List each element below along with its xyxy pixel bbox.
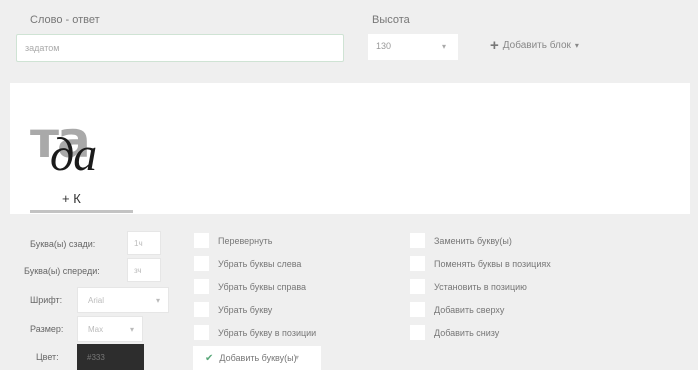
checkbox[interactable]	[194, 256, 209, 271]
option-replace-letters[interactable]: Заменить букву(ы)	[410, 233, 551, 248]
chevron-down-icon: ▾	[441, 42, 446, 51]
option-label: Убрать буквы справа	[218, 281, 307, 292]
option-label: Добавить снизу	[434, 327, 500, 338]
letters-front-input[interactable]: зч	[127, 258, 161, 282]
option-add-top[interactable]: Добавить сверху	[410, 302, 551, 317]
chevron-down-icon: ▾	[574, 41, 579, 50]
chevron-down-icon: ▾	[294, 353, 299, 362]
answer-word-input[interactable]: задатом	[16, 34, 344, 62]
rebus-suffix: + К	[62, 191, 81, 206]
font-select[interactable]: Arial ▾	[77, 287, 169, 313]
checkbox[interactable]	[410, 256, 425, 271]
option-label: Заменить букву(ы)	[434, 235, 512, 246]
plus-icon: +	[490, 36, 499, 54]
selected-block-indicator[interactable]	[30, 210, 133, 213]
option-remove-right[interactable]: Убрать буквы справа	[194, 279, 316, 294]
checkbox[interactable]	[410, 279, 425, 294]
checkbox[interactable]	[194, 279, 209, 294]
letters-back-label: Буквa(ы) сзади:	[30, 239, 96, 249]
height-label: Высота	[372, 14, 410, 26]
answer-word-label: Слово - ответ	[30, 14, 100, 26]
letters-front-label: Буква(ы) спереди:	[24, 266, 100, 276]
checkbox[interactable]	[410, 325, 425, 340]
checkbox[interactable]	[410, 302, 425, 317]
font-label: Шрифт:	[30, 295, 63, 305]
checkbox[interactable]	[194, 233, 209, 248]
checkbox[interactable]	[410, 233, 425, 248]
option-flip[interactable]: Перевернуть	[194, 233, 316, 248]
option-swap-positions[interactable]: Поменять буквы в позициях	[410, 256, 551, 271]
option-add-bottom[interactable]: Добавить снизу	[410, 325, 551, 340]
color-label: Цвет:	[36, 352, 59, 362]
chevron-down-icon: ▾	[129, 325, 134, 334]
option-remove-letter-at-position[interactable]: Убрать букву в позиции	[194, 325, 316, 340]
rebus-bottom-glyph: да	[50, 128, 97, 181]
size-value: Max	[88, 325, 104, 334]
size-select[interactable]: Max ▾	[77, 316, 143, 342]
option-label: Убрать буквы слева	[218, 258, 302, 269]
size-label: Размер:	[30, 324, 64, 334]
add-block-button[interactable]: + Добавить блок ▾	[490, 36, 579, 54]
check-icon: ✔	[205, 352, 214, 364]
letters-back-input[interactable]: 1ч	[127, 231, 161, 255]
add-letter-select[interactable]: ✔ Добавить букву(ы) ▾	[193, 346, 321, 370]
option-label: Добавить сверху	[434, 304, 505, 315]
options-column-2: Заменить букву(ы) Поменять буквы в позиц…	[410, 233, 551, 340]
checkbox[interactable]	[194, 325, 209, 340]
height-select[interactable]: 130 ▾	[368, 34, 458, 60]
option-label: Поменять буквы в позициях	[434, 258, 551, 269]
option-label: Установить в позицию	[434, 281, 527, 292]
add-block-label: Добавить блок	[502, 40, 571, 51]
option-set-position[interactable]: Установить в позицию	[410, 279, 551, 294]
options-column-1: Перевернуть Убрать буквы слева Убрать бу…	[194, 233, 316, 340]
option-label: Убрать букву в позиции	[218, 327, 317, 338]
font-value: Arial	[88, 296, 105, 305]
option-label: Перевернуть	[218, 235, 273, 246]
add-letter-label: Добавить букву(ы)	[219, 353, 297, 363]
checkbox[interactable]	[194, 302, 209, 317]
option-label: Убрать букву	[218, 304, 273, 315]
option-remove-left[interactable]: Убрать буквы слева	[194, 256, 316, 271]
rebus-image: та да	[30, 111, 140, 183]
option-remove-letter[interactable]: Убрать букву	[194, 302, 316, 317]
color-picker[interactable]: #333	[77, 344, 144, 370]
height-value: 130	[376, 41, 392, 51]
chevron-down-icon: ▾	[155, 296, 160, 305]
